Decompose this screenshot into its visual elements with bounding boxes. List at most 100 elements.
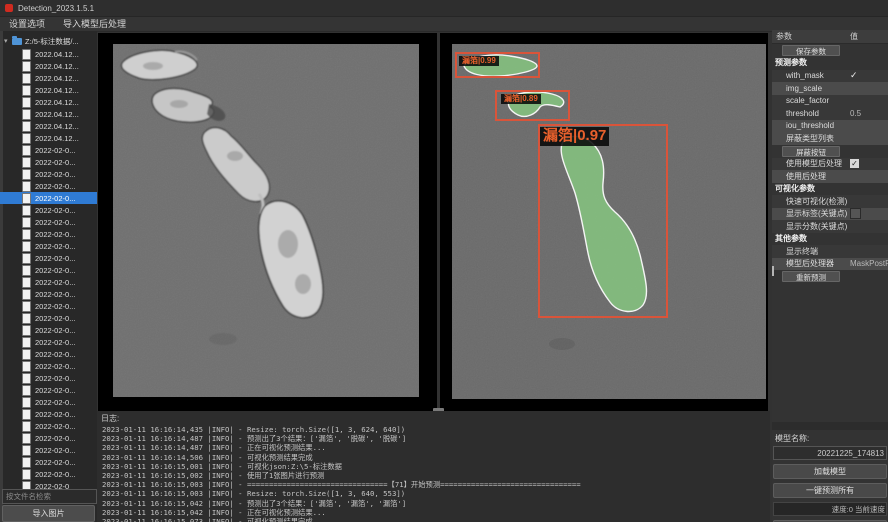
param-button[interactable]: 重新预测: [782, 271, 840, 282]
window-title: Detection_2023.1.5.1: [18, 4, 94, 13]
file-icon: [22, 421, 31, 432]
tree-item[interactable]: 2022-02-0...: [0, 396, 97, 408]
param-row[interactable]: 使用后处理: [772, 170, 888, 183]
tree-item[interactable]: 2022-02-0...: [0, 360, 97, 372]
menu-import-postprocess[interactable]: 导入模型后处理: [54, 17, 135, 31]
tree-item[interactable]: 2022-02-0...: [0, 228, 97, 240]
tree-item[interactable]: 2022-02-0...: [0, 144, 97, 156]
menu-settings[interactable]: 设置选项: [0, 17, 54, 31]
import-image-button[interactable]: 导入图片: [2, 505, 95, 522]
tree-item[interactable]: 2022-02-0...: [0, 264, 97, 276]
param-row[interactable]: scale_factor: [772, 95, 888, 108]
param-section-header: 可视化参数: [772, 183, 888, 196]
tree-item[interactable]: 2022.04.12...: [0, 84, 97, 96]
tree-item[interactable]: 2022-02-0...: [0, 204, 97, 216]
param-row[interactable]: 显示终端: [772, 245, 888, 258]
tree-item[interactable]: 2022.04.12...: [0, 96, 97, 108]
tree-item[interactable]: 2022-02-0...: [0, 240, 97, 252]
column-value: 值: [850, 31, 858, 42]
param-button[interactable]: 屏蔽按钮: [782, 146, 840, 157]
tree-item[interactable]: 2022.04.12...: [0, 120, 97, 132]
file-icon: [22, 145, 31, 156]
tree-item-label: 2022.04.12...: [35, 122, 79, 131]
tree-item[interactable]: 2022-02-0...: [0, 324, 97, 336]
log-line: 2023-01-11 16:16:15,042 |INFO| - 预测出了3个结…: [102, 499, 770, 508]
tree-item[interactable]: 2022.04.12...: [0, 48, 97, 60]
tree-item-label: 2022-02-0...: [35, 206, 75, 215]
tree-root-folder[interactable]: ▾ Z:/5-标注数据/...: [4, 35, 79, 47]
tree-root-label: Z:/5-标注数据/...: [25, 36, 79, 47]
file-icon: [22, 73, 31, 84]
file-icon: [22, 181, 31, 192]
tree-item[interactable]: 2022-02-0...: [0, 192, 97, 204]
param-label: 模型后处理器: [772, 258, 850, 269]
original-image-pane[interactable]: [98, 33, 437, 411]
tree-item[interactable]: 2022-02-0...: [0, 180, 97, 192]
checkbox-checked[interactable]: ✓: [850, 159, 859, 168]
tree-item[interactable]: 2022-02-0...: [0, 276, 97, 288]
tree-item[interactable]: 2022.04.12...: [0, 60, 97, 72]
param-button-row: 屏蔽按钮: [772, 145, 888, 158]
tree-item-label: 2022-02-0...: [35, 194, 75, 203]
tree-item[interactable]: 2022-02-0...: [0, 168, 97, 180]
tree-item[interactable]: 2022-02-0...: [0, 300, 97, 312]
tree-item-list: 2022.04.12...2022.04.12...2022.04.12...2…: [0, 48, 97, 492]
tree-item[interactable]: 2022-02-0...: [0, 468, 97, 480]
tree-item-label: 2022-02-0...: [35, 158, 75, 167]
search-input[interactable]: [2, 489, 97, 504]
model-name-value: 20221225_174813: [817, 449, 884, 458]
tree-item[interactable]: 2022-02-0...: [0, 216, 97, 228]
file-tree-panel: ▾ Z:/5-标注数据/... 2022.04.12...2022.04.12.…: [0, 31, 97, 522]
param-row[interactable]: 屏蔽类型列表: [772, 132, 888, 145]
tree-item[interactable]: 2022-02-0...: [0, 372, 97, 384]
file-icon: [22, 373, 31, 384]
tree-item[interactable]: 2022-02-0...: [0, 384, 97, 396]
title-bar: Detection_2023.1.5.1: [0, 0, 888, 17]
param-row[interactable]: img_scale: [772, 82, 888, 95]
tree-item[interactable]: 2022-02-0...: [0, 444, 97, 456]
file-icon: [22, 133, 31, 144]
param-button[interactable]: 保存参数: [782, 45, 840, 56]
tree-item[interactable]: 2022.04.12...: [0, 108, 97, 120]
tree-item[interactable]: 2022.04.12...: [0, 132, 97, 144]
tree-item[interactable]: 2022.04.12...: [0, 72, 97, 84]
param-button-row: 重新预测: [772, 270, 888, 283]
file-icon: [22, 253, 31, 264]
log-line: 2023-01-11 16:16:15,073 |INFO| - 可视化预测结果…: [102, 517, 770, 522]
tree-item[interactable]: 2022-02-0...: [0, 432, 97, 444]
tree-item-label: 2022-02-0...: [35, 230, 75, 239]
checkbox-unchecked[interactable]: [850, 208, 861, 219]
param-row[interactable]: 快速可视化(检测): [772, 195, 888, 208]
tree-item-label: 2022-02-0...: [35, 314, 75, 323]
tree-item[interactable]: 2022-02-0...: [0, 252, 97, 264]
tree-item-label: 2022-02-0...: [35, 278, 75, 287]
model-name-field[interactable]: 20221225_174813: [773, 446, 887, 460]
param-row[interactable]: 显示分数(关键点): [772, 220, 888, 233]
tree-item[interactable]: 2022-02-0...: [0, 288, 97, 300]
param-row[interactable]: iou_threshold: [772, 120, 888, 133]
file-icon: [22, 157, 31, 168]
param-row[interactable]: 使用模型后处理✓: [772, 158, 888, 171]
params-scrollbar[interactable]: [772, 266, 774, 276]
menu-bar: 设置选项 导入模型后处理: [0, 17, 888, 32]
tree-item[interactable]: 2022-02-0...: [0, 456, 97, 468]
param-row[interactable]: with_mask✓: [772, 70, 888, 83]
param-label: 使用模型后处理: [772, 158, 850, 169]
tree-item[interactable]: 2022-02-0...: [0, 408, 97, 420]
tree-item[interactable]: 2022-02-0...: [0, 156, 97, 168]
param-row[interactable]: 模型后处理器MaskPostPro: [772, 258, 888, 271]
prediction-image-pane[interactable]: 漏箔|0.99漏箔|0.89漏箔|0.97: [440, 33, 768, 411]
param-row[interactable]: threshold0.5: [772, 107, 888, 120]
tree-item[interactable]: 2022-02-0...: [0, 420, 97, 432]
original-image: [113, 44, 419, 397]
param-label: 显示终端: [772, 246, 850, 257]
file-icon: [22, 361, 31, 372]
predict-all-button[interactable]: 一键预测所有: [773, 483, 887, 498]
tree-item[interactable]: 2022-02-0...: [0, 348, 97, 360]
load-model-button[interactable]: 加载模型: [773, 464, 887, 479]
tree-item[interactable]: 2022-02-0...: [0, 312, 97, 324]
caret-down-icon[interactable]: ▾: [4, 37, 12, 45]
file-icon: [22, 277, 31, 288]
param-row[interactable]: 显示标签(关键点): [772, 208, 888, 221]
tree-item[interactable]: 2022-02-0...: [0, 336, 97, 348]
